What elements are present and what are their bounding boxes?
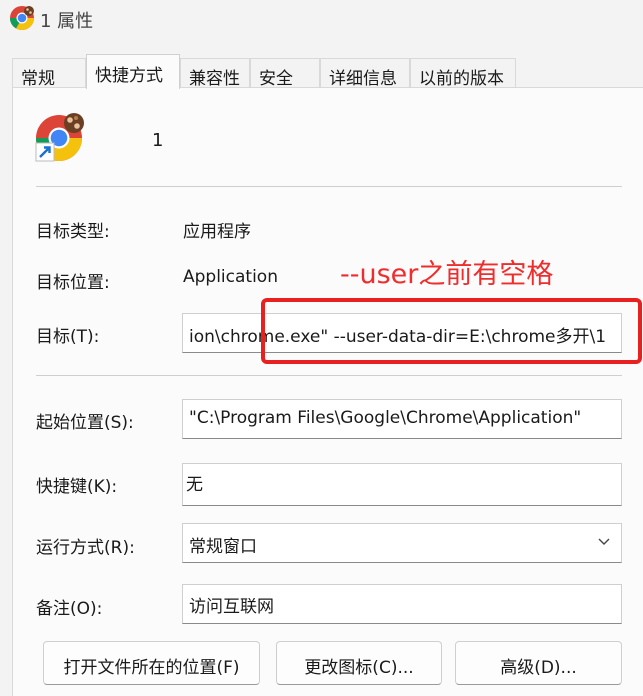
- tab-details[interactable]: 详细信息: [320, 58, 410, 89]
- hotkey-input[interactable]: 无: [182, 463, 622, 506]
- title-bar: 1 属性: [0, 0, 643, 40]
- comment-input[interactable]: 访问互联网: [182, 584, 622, 624]
- target-location-value: Application: [183, 267, 278, 287]
- target-type-value: 应用程序: [183, 222, 251, 242]
- open-file-location-button[interactable]: 打开文件所在的位置(F): [43, 641, 260, 685]
- window-title: 1 属性: [40, 11, 94, 32]
- target-label: 目标(T):: [36, 327, 100, 347]
- target-type-label: 目标类型:: [36, 222, 110, 242]
- annotation-highlight-box: [261, 298, 642, 364]
- start-in-label: 起始位置(S):: [36, 413, 134, 433]
- start-in-input[interactable]: "C:\Program Files\Google\Chrome\Applicat…: [182, 399, 622, 439]
- tab-previous-versions[interactable]: 以前的版本: [410, 58, 516, 89]
- tab-security[interactable]: 安全: [250, 58, 320, 89]
- run-label: 运行方式(R):: [36, 538, 135, 558]
- tab-shortcut[interactable]: 快捷方式: [86, 54, 180, 89]
- run-select-value: 常规窗口: [189, 537, 257, 557]
- tab-general[interactable]: 常规: [12, 58, 86, 89]
- chrome-icon: [9, 6, 34, 31]
- change-icon-button[interactable]: 更改图标(C)...: [276, 641, 442, 685]
- hotkey-label: 快捷键(K):: [36, 477, 118, 497]
- chrome-icon: [35, 113, 84, 162]
- run-select[interactable]: 常规窗口: [182, 523, 622, 563]
- divider: [36, 186, 622, 187]
- tab-compatibility[interactable]: 兼容性: [180, 58, 250, 89]
- target-location-label: 目标位置:: [36, 273, 110, 293]
- tab-strip: 常规 快捷方式 兼容性 安全 详细信息 以前的版本: [0, 54, 643, 89]
- annotation-text: --user之前有空格: [340, 259, 554, 290]
- comment-label: 备注(O):: [36, 599, 103, 619]
- shortcut-name: 1: [152, 130, 164, 151]
- chevron-down-icon: [598, 538, 610, 545]
- divider: [36, 375, 622, 376]
- advanced-button[interactable]: 高级(D)...: [455, 641, 622, 685]
